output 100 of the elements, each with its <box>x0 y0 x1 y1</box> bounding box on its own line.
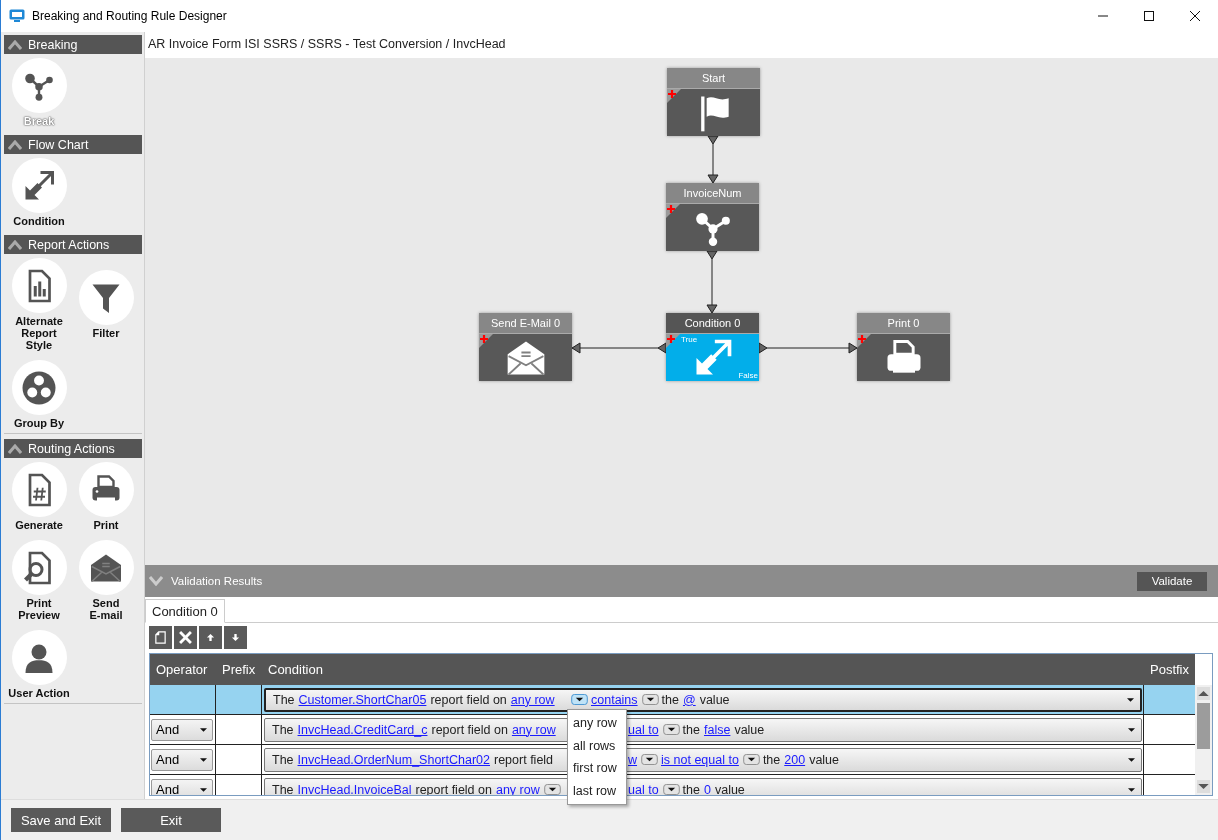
condition-text: report field <box>494 752 554 767</box>
condition-text: The <box>272 752 294 767</box>
tool-label: Print <box>93 519 119 531</box>
down-arrow-icon <box>231 633 240 642</box>
condition-link[interactable]: any row <box>511 722 556 737</box>
caret-icon <box>200 727 207 732</box>
node-title: Start <box>667 68 760 89</box>
column-header: Postfix <box>1149 662 1190 677</box>
tool-label: User Action <box>8 687 70 699</box>
condition-text: value <box>699 692 730 707</box>
up-arrow-icon <box>206 633 215 642</box>
column-header: Operator <box>155 662 209 677</box>
condition-text: value <box>734 722 765 737</box>
window-title: Breaking and Routing Rule Designer <box>32 9 227 23</box>
caret-icon <box>1128 727 1135 732</box>
condition-text: value <box>714 782 745 795</box>
condition-field[interactable]: The Customer.ShortChar05 report field on any row contains the @ value <box>264 687 1142 712</box>
condition-text: report field on <box>431 722 508 737</box>
condition-text: value <box>809 752 839 767</box>
validate-button[interactable]: Validate <box>1137 571 1207 591</box>
tool-label: Print Preview <box>18 597 60 621</box>
section-header[interactable]: Flow Chart <box>4 135 142 154</box>
tool-label: Break <box>23 115 55 127</box>
caret-icon <box>1128 757 1135 762</box>
condition-link[interactable]: @ <box>682 692 696 707</box>
branch-label: True <box>681 335 698 344</box>
column-header: Prefix <box>221 662 257 677</box>
tool-label: Group By <box>13 417 65 429</box>
condition-text: the <box>682 722 700 737</box>
node-title: Condition 0 <box>666 313 759 334</box>
operator-dropdown[interactable]: And <box>151 718 213 741</box>
condition-link[interactable]: InvcHead.OrderNum_ShortChar02 <box>297 752 490 767</box>
move-down-button[interactable] <box>224 626 247 649</box>
condition-text: The <box>272 722 294 737</box>
section-header[interactable]: Routing Actions <box>4 439 142 458</box>
condition-link[interactable]: w <box>628 752 638 767</box>
condition-text: The <box>273 692 295 707</box>
dropdown-icon[interactable] <box>662 784 680 795</box>
node-title: Send E-Mail 0 <box>479 313 572 334</box>
caret-icon <box>200 787 207 792</box>
condition-link[interactable]: ual to <box>628 782 659 795</box>
exit-button[interactable]: Exit <box>121 808 221 832</box>
condition-text: the <box>661 692 679 707</box>
delete-icon <box>179 631 192 644</box>
condition-text: the <box>762 752 781 767</box>
app-icon <box>9 9 25 23</box>
dropdown-icon[interactable] <box>742 754 760 765</box>
dropdown-icon[interactable] <box>641 754 659 765</box>
operator-dropdown[interactable]: And <box>151 748 213 771</box>
move-up-button[interactable] <box>199 626 222 649</box>
circles-icon <box>21 369 57 406</box>
caret-icon <box>200 757 207 762</box>
maximize-icon[interactable] <box>1144 11 1154 21</box>
dropdown-icon[interactable] <box>543 784 561 795</box>
table-row[interactable]: The Customer.ShortChar05 report field on any row contains the @ value <box>150 685 1195 715</box>
scroll-down-icon[interactable] <box>1197 780 1210 793</box>
node-title: Print 0 <box>857 313 950 334</box>
connector-arrow <box>707 135 719 184</box>
condition-link[interactable]: Customer.ShortChar05 <box>298 692 427 707</box>
add-icon[interactable] <box>857 334 871 348</box>
node-title: InvoiceNum <box>666 183 759 204</box>
condition-link[interactable]: contains <box>591 692 638 707</box>
condition-link[interactable]: InvcHead.CreditCard_c <box>297 722 428 737</box>
validation-title: Validation Results <box>171 575 263 587</box>
save-button[interactable]: Save and Exit <box>11 808 111 832</box>
dropdown-icon[interactable] <box>641 694 659 705</box>
condition-text: report field on <box>430 692 507 707</box>
column-header: Condition <box>267 662 324 677</box>
delete-button[interactable] <box>174 626 197 649</box>
breadcrumb: AR Invoice Form ISI SSRS / SSRS - Test Conversion / InvcHead <box>147 36 507 53</box>
caret-icon <box>1128 787 1135 792</box>
tool-label: Alternate Report Style <box>15 315 63 351</box>
condition-link[interactable]: false <box>704 722 731 737</box>
condition-link[interactable]: InvcHead.InvoiceBal <box>297 782 412 795</box>
condition-link[interactable]: 200 <box>784 752 806 767</box>
condition-link[interactable]: any row <box>510 692 555 707</box>
caret-icon <box>1127 697 1134 702</box>
section-header[interactable]: Report Actions <box>4 235 142 254</box>
scroll-up-icon[interactable] <box>1197 687 1210 700</box>
dropdown-icon[interactable] <box>571 694 588 705</box>
condition-link[interactable]: ual to <box>628 722 659 737</box>
document-icon <box>154 631 167 644</box>
condition-link[interactable]: 0 <box>704 782 711 795</box>
condition-link[interactable]: is not equal to <box>661 752 739 767</box>
add-icon[interactable] <box>667 89 681 103</box>
tool-label: Generate <box>15 519 63 531</box>
add-icon[interactable] <box>479 334 493 348</box>
tool-label: Send E-mail <box>89 597 123 621</box>
operator-dropdown[interactable]: And <box>151 778 213 795</box>
section-header[interactable]: Breaking <box>4 35 142 54</box>
add-icon[interactable] <box>666 204 680 218</box>
scroll-thumb[interactable] <box>1197 703 1210 749</box>
tool-label: Filter <box>92 327 120 339</box>
condition-text: The <box>272 782 294 795</box>
scrollbar[interactable] <box>1195 685 1212 795</box>
new-button[interactable] <box>149 626 172 649</box>
tab[interactable]: Condition 0 <box>145 599 225 623</box>
close-icon[interactable] <box>1190 11 1200 21</box>
dropdown-icon[interactable] <box>662 724 680 735</box>
connector-arrow <box>706 250 718 314</box>
